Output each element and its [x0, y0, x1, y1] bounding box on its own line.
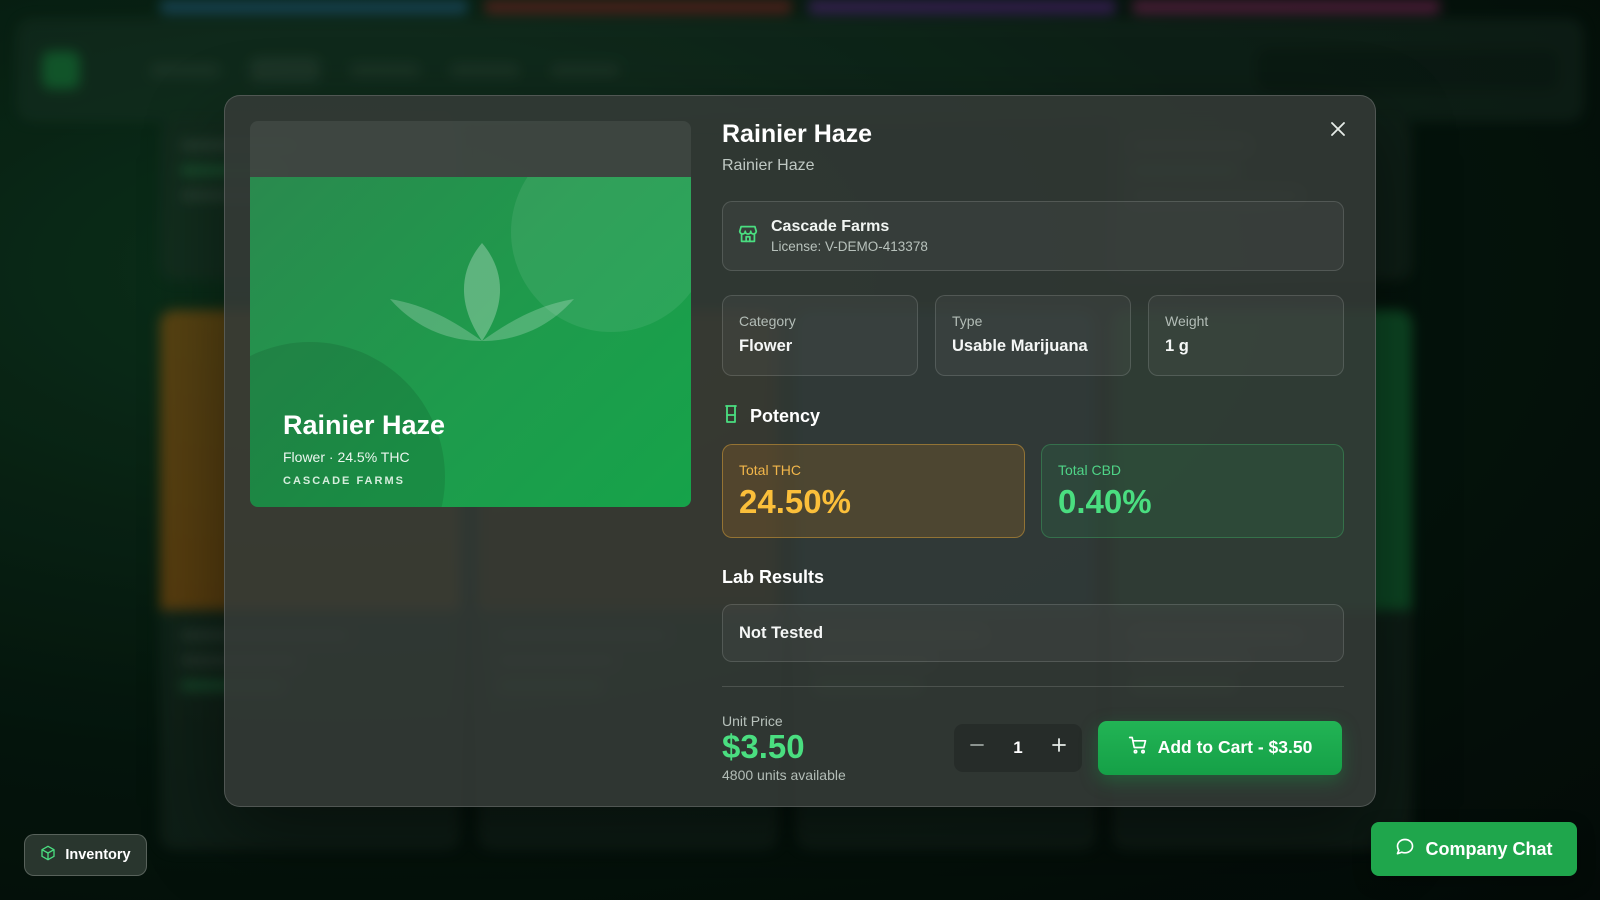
potency-heading: Potency	[722, 404, 1344, 429]
spec-value: Usable Marijuana	[952, 337, 1088, 355]
product-image-frame: Rainier Haze Flower · 24.5% THC CASCADE …	[250, 121, 691, 507]
spec-label: Category	[739, 313, 796, 329]
spec-value: Flower	[739, 337, 793, 355]
spec-label: Type	[952, 313, 983, 329]
spec-weight: Weight 1 g	[1148, 295, 1344, 376]
vendor-card: Cascade Farms License: V-DEMO-413378	[722, 201, 1344, 271]
thc-label: Total THC	[739, 462, 801, 478]
add-to-cart-label: Add to Cart - $3.50	[1157, 737, 1313, 758]
plus-icon	[1052, 738, 1066, 757]
spec-category: Category Flower	[722, 295, 918, 376]
spec-value: 1 g	[1165, 337, 1189, 355]
lab-results-heading: Lab Results	[722, 567, 825, 587]
product-strain: Rainier Haze	[722, 157, 815, 174]
vendor-name: Cascade Farms	[771, 218, 890, 235]
cbd-card: Total CBD 0.40%	[1041, 444, 1344, 538]
inventory-button[interactable]: Inventory	[24, 834, 147, 876]
product-details: Rainier Haze Rainier Haze Cascade Farms …	[722, 120, 1344, 783]
increase-quantity-button[interactable]	[1042, 731, 1076, 765]
hero-product-name: Rainier Haze	[283, 410, 446, 440]
spec-type: Type Usable Marijuana	[935, 295, 1131, 376]
beaker-icon	[722, 404, 740, 429]
decrease-quantity-button[interactable]	[960, 731, 994, 765]
chat-bubble-icon	[1395, 837, 1415, 862]
spec-label: Weight	[1165, 313, 1209, 329]
quantity-stepper: 1	[954, 723, 1082, 772]
leaf-icon	[390, 241, 574, 350]
add-to-cart-button[interactable]: Add to Cart - $3.50	[1098, 720, 1342, 775]
stock-availability: 4800 units available	[722, 766, 846, 783]
product-detail-modal: Rainier Haze Flower · 24.5% THC CASCADE …	[224, 95, 1376, 807]
company-chat-label: Company Chat	[1425, 838, 1553, 859]
potency-heading-label: Potency	[750, 406, 821, 426]
cbd-label: Total CBD	[1058, 462, 1122, 478]
cart-icon	[1128, 735, 1148, 760]
lab-results-status: Not Tested	[722, 604, 1344, 662]
purchase-row: Unit Price $3.50 4800 units available 1	[722, 713, 1344, 783]
unit-price: $3.50	[722, 728, 805, 765]
product-hero-image: Rainier Haze Flower · 24.5% THC CASCADE …	[250, 177, 691, 507]
divider	[722, 686, 1344, 687]
cube-icon	[40, 845, 56, 865]
quantity-value[interactable]: 1	[1013, 738, 1022, 758]
vendor-license: License: V-DEMO-413378	[771, 239, 928, 254]
hero-product-summary: Flower · 24.5% THC	[283, 449, 410, 465]
price-block: Unit Price $3.50 4800 units available	[722, 713, 954, 783]
cbd-value: 0.40%	[1058, 483, 1152, 520]
storefront-icon	[737, 223, 759, 250]
hero-brand: CASCADE FARMS	[283, 475, 405, 487]
thc-card: Total THC 24.50%	[722, 444, 1025, 538]
product-title: Rainier Haze	[722, 120, 873, 148]
unit-price-label: Unit Price	[722, 713, 783, 729]
potency-row: Total THC 24.50% Total CBD 0.40%	[722, 444, 1344, 538]
minus-icon	[970, 738, 984, 757]
inventory-label: Inventory	[65, 847, 131, 863]
thc-value: 24.50%	[739, 483, 851, 520]
spec-row: Category Flower Type Usable Marijuana We…	[722, 295, 1344, 376]
company-chat-button[interactable]: Company Chat	[1371, 822, 1577, 876]
